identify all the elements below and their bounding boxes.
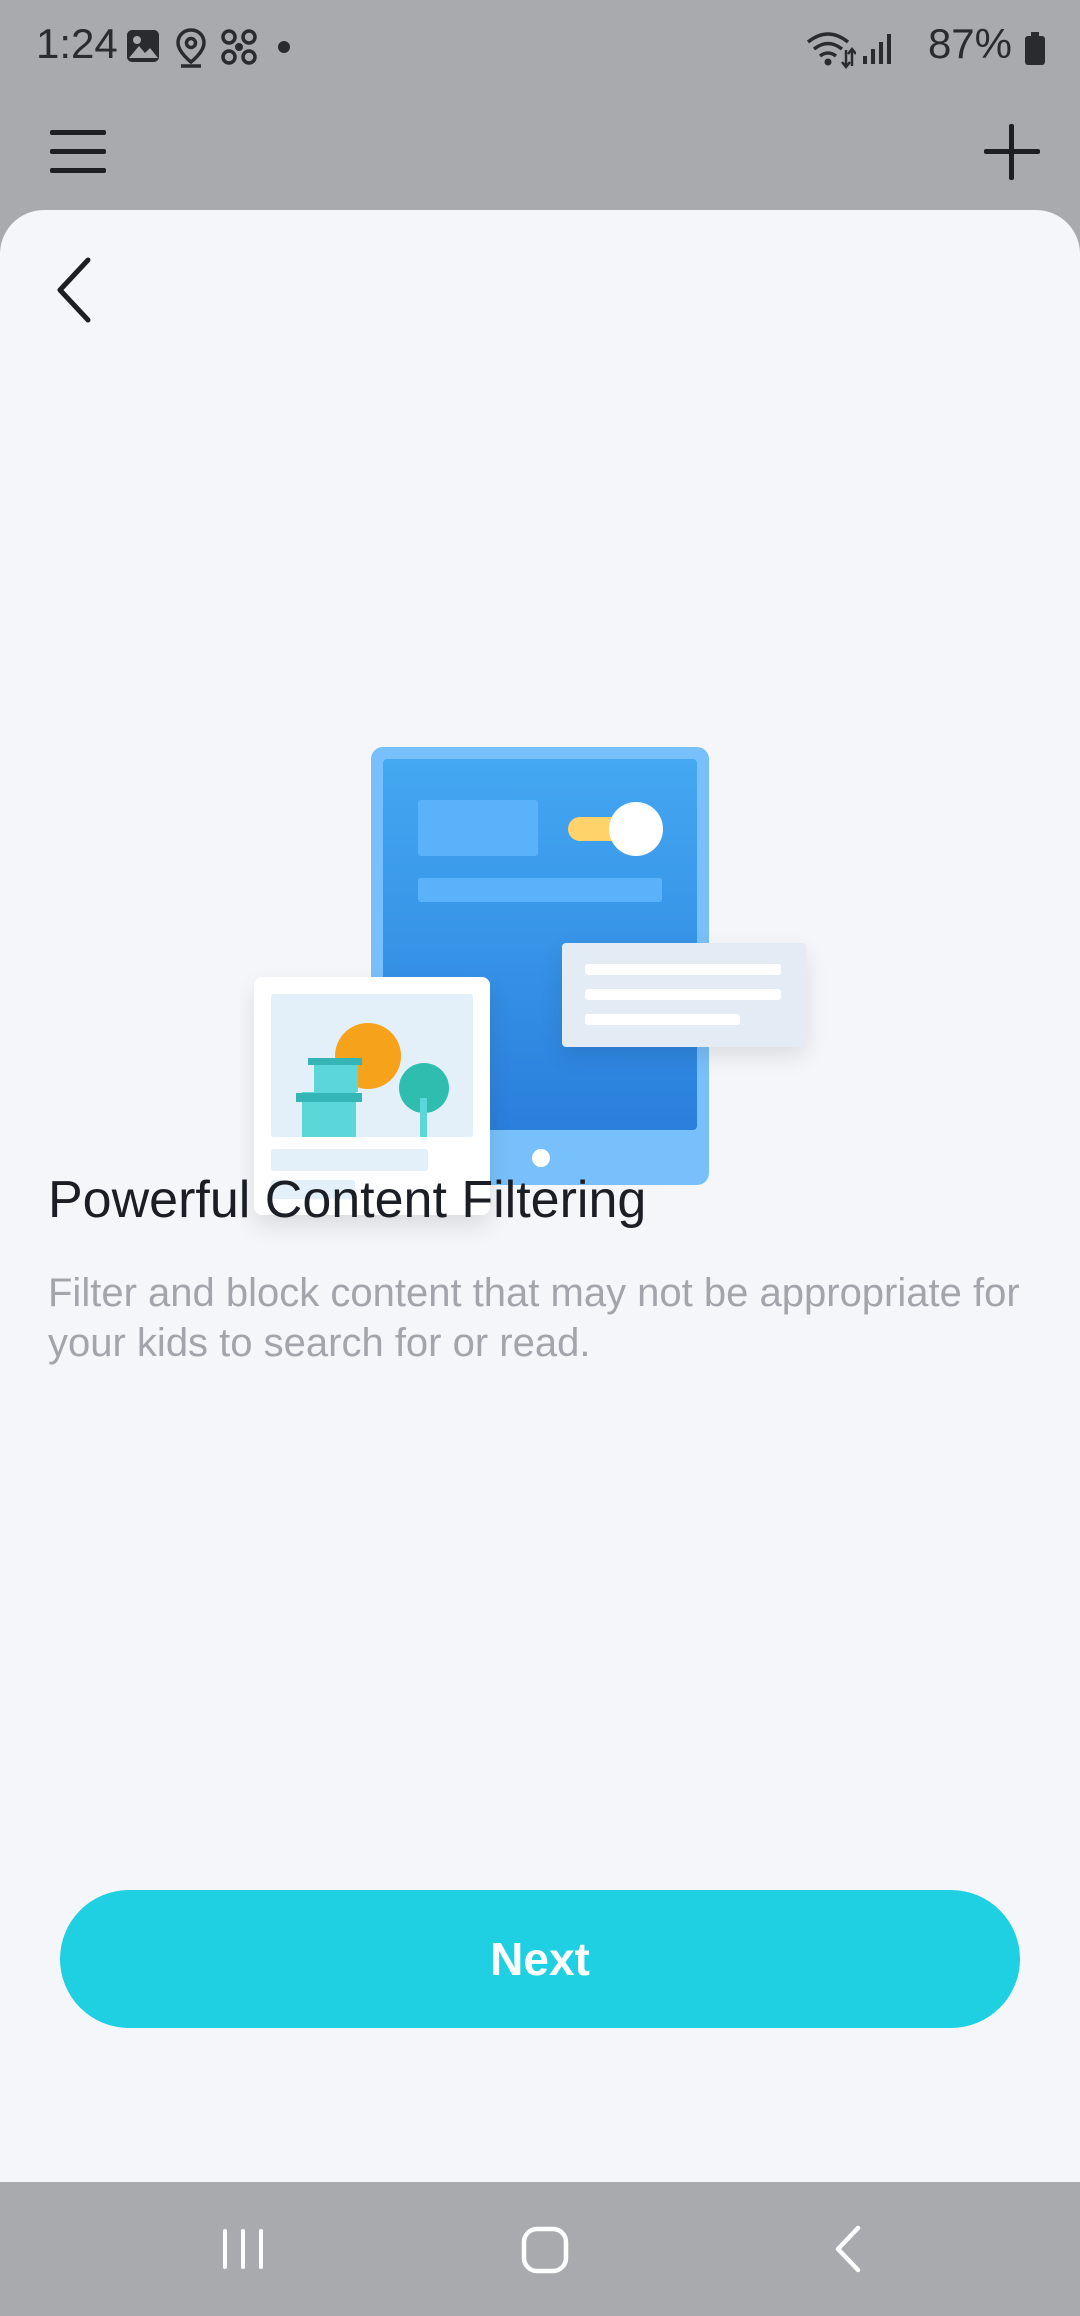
location-icon	[176, 28, 206, 68]
status-bar: 1:24 87%	[0, 0, 1080, 96]
gallery-icon	[127, 30, 159, 62]
app-bar	[0, 96, 1080, 212]
toggle-knob	[609, 802, 663, 856]
content-filtering-sheet: Powerful Content Filtering Filter and bl…	[0, 210, 1080, 2182]
dot-icon	[278, 41, 290, 53]
wifi-icon	[806, 32, 856, 70]
battery-icon	[1025, 32, 1045, 65]
page-description: Filter and block content that may not be…	[48, 1271, 1020, 1365]
status-time: 1:24	[36, 20, 118, 67]
hamburger-menu-icon[interactable]	[48, 126, 108, 176]
page-title: Powerful Content Filtering	[48, 1171, 647, 1229]
recent-apps-icon	[223, 2229, 263, 2269]
home-button[interactable]	[464, 2182, 624, 2316]
fan-icon	[221, 29, 257, 65]
system-back-button[interactable]	[770, 2182, 930, 2316]
plus-icon[interactable]	[982, 122, 1042, 182]
recent-apps-button[interactable]	[163, 2182, 323, 2316]
signal-icon	[863, 34, 891, 64]
navigation-bar	[0, 2182, 1080, 2316]
battery-percentage: 87%	[927, 20, 1012, 67]
home-dot	[532, 1149, 550, 1167]
chevron-left-icon[interactable]	[40, 250, 112, 330]
system-back-icon	[835, 2225, 861, 2273]
status-icons-right: 87%	[806, 20, 1046, 72]
next-button[interactable]: Next	[60, 1890, 1020, 2028]
home-icon	[521, 2226, 569, 2274]
